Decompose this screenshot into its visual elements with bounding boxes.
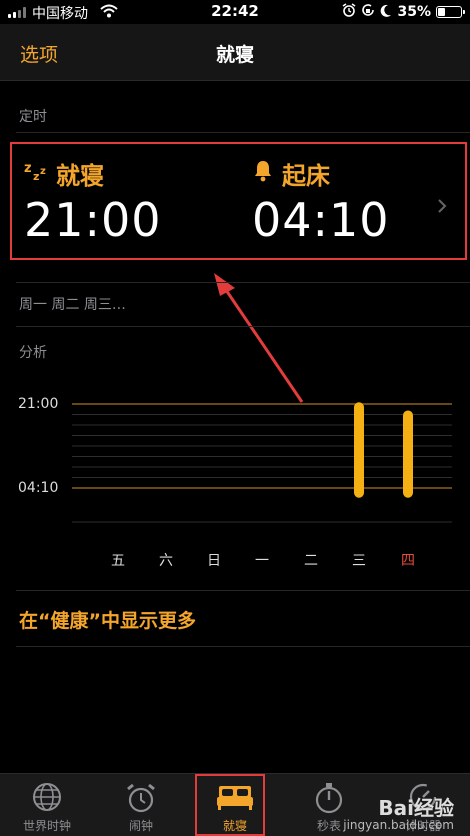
x-tick-label: 五	[111, 553, 125, 569]
sleep-chart	[72, 402, 452, 523]
x-tick-label: 三	[352, 553, 366, 569]
x-tick-label: 六	[159, 553, 173, 569]
divider	[16, 646, 470, 647]
stopwatch-icon	[314, 782, 344, 818]
tab-alarm[interactable]: 闹钟	[94, 774, 188, 836]
watermark-brand: Bai经验	[378, 796, 454, 820]
x-tick-label: 二	[304, 553, 318, 569]
globe-icon	[32, 782, 62, 816]
y-tick-label: 21:00	[18, 396, 59, 412]
x-tick-label: 一	[255, 553, 269, 569]
x-tick-label: 四	[401, 553, 415, 569]
tab-world-clock[interactable]: 世界时钟	[0, 774, 94, 836]
tab-label: 世界时钟	[22, 819, 71, 833]
sleep-bar-四	[403, 410, 413, 498]
y-tick-label: 04:10	[18, 480, 59, 496]
watermark: Bai经验 jingyan.baidu.com	[343, 798, 454, 832]
divider	[16, 590, 470, 591]
sleep-bar-三	[354, 402, 364, 498]
watermark-url: jingyan.baidu.com	[343, 818, 454, 832]
tab-highlight-box	[195, 774, 265, 836]
alarm-clock-icon	[125, 782, 157, 818]
x-tick-label: 日	[207, 553, 221, 569]
show-more-health-link[interactable]: 在“健康”中显示更多	[19, 606, 196, 633]
tab-label: 闹钟	[128, 819, 153, 833]
